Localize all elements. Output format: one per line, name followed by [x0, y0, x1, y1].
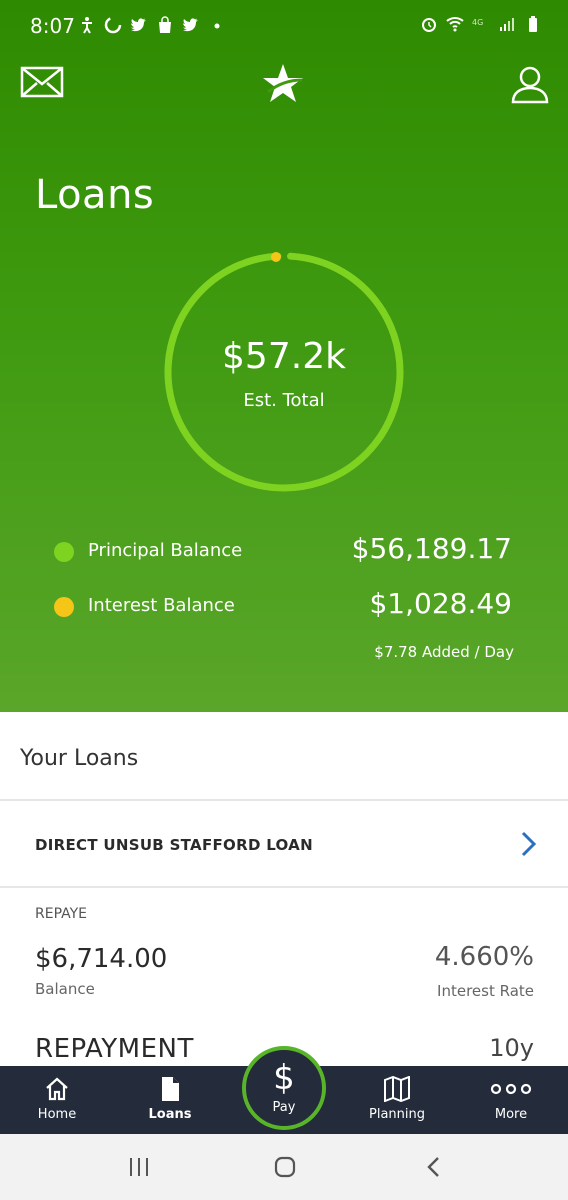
ring-interest-marker [271, 252, 281, 262]
tab-home-label: Home [37, 1107, 77, 1122]
loan-balance-label: Balance [35, 980, 95, 998]
wifi-icon [446, 17, 464, 32]
notification-icons [78, 16, 226, 34]
interest-balance-row: Interest Balance $1,028.49 [54, 587, 516, 627]
interest-balance-label: Interest Balance [88, 595, 235, 616]
4g-signal-icon: 4G [472, 18, 483, 27]
your-loans-heading: Your Loans [20, 746, 139, 771]
loans-summary-panel: 8:07 4G Loans $57.2k Est. Total Principa… [0, 0, 568, 712]
loan-name[interactable]: DIRECT UNSUB STAFFORD LOAN [35, 836, 313, 854]
estimated-total-value: $57.2k [222, 336, 346, 377]
estimated-total-label: Est. Total [243, 390, 325, 411]
interest-balance-value: $1,028.49 [369, 587, 512, 620]
profile-icon[interactable] [510, 64, 550, 104]
tab-loans[interactable]: Loans [115, 1066, 225, 1134]
recent-apps-icon[interactable] [128, 1156, 150, 1178]
divider [0, 799, 568, 801]
dot-icon [214, 23, 220, 29]
status-time: 8:07 [30, 14, 75, 38]
repayment-term-value: 10y [489, 1034, 534, 1062]
back-icon[interactable] [426, 1156, 442, 1178]
principal-balance-row: Principal Balance $56,189.17 [54, 532, 516, 572]
map-icon [384, 1076, 410, 1102]
sync-icon [104, 16, 122, 34]
loan-balance-value: $6,714.00 [35, 944, 168, 974]
more-icon [490, 1083, 532, 1095]
tab-planning-label: Planning [369, 1107, 425, 1122]
interest-rate-label: Interest Rate [437, 982, 534, 1000]
tab-loans-label: Loans [148, 1107, 192, 1122]
twitter-icon [131, 18, 146, 32]
accessibility-icon [82, 17, 92, 34]
status-bar: 8:07 4G [0, 0, 568, 56]
principal-legend-dot [54, 542, 74, 562]
page-title: Loans [35, 172, 155, 218]
interest-rate-value: 4.660% [434, 942, 534, 972]
star-logo-icon[interactable] [262, 62, 304, 104]
svg-text:4G: 4G [472, 18, 483, 27]
shopping-bag-icon [159, 16, 171, 33]
principal-balance-label: Principal Balance [88, 540, 243, 561]
repayment-label: REPAYMENT [35, 1034, 194, 1064]
mail-icon[interactable] [20, 66, 64, 98]
alarm-icon [422, 18, 436, 32]
pay-button-label: Pay [272, 1100, 296, 1115]
pay-button[interactable]: $ Pay [242, 1046, 326, 1130]
repayment-plan: REPAYE [35, 906, 88, 922]
top-nav [0, 58, 568, 112]
principal-balance-value: $56,189.17 [351, 532, 512, 565]
interest-per-day: $7.78 Added / Day [374, 643, 514, 661]
balance-ring: $57.2k Est. Total [162, 250, 406, 494]
tab-home[interactable]: Home [2, 1066, 112, 1134]
dollar-icon: $ [273, 1058, 295, 1098]
twitter-icon [183, 18, 198, 32]
tab-more-label: More [494, 1107, 528, 1122]
interest-legend-dot [54, 597, 74, 617]
divider [0, 886, 568, 888]
system-status-icons: 4G [420, 15, 542, 33]
battery-icon [529, 16, 537, 32]
home-circle-icon[interactable] [274, 1156, 296, 1178]
loans-list-section: Your Loans DIRECT UNSUB STAFFORD LOAN RE… [0, 712, 568, 1066]
document-icon [162, 1077, 179, 1101]
chevron-right-icon[interactable] [520, 830, 538, 858]
home-icon [46, 1077, 68, 1101]
signal-bars-icon [500, 18, 514, 31]
system-navigation-bar [0, 1134, 568, 1200]
tab-more[interactable]: More [456, 1066, 566, 1134]
tab-planning[interactable]: Planning [342, 1066, 452, 1134]
